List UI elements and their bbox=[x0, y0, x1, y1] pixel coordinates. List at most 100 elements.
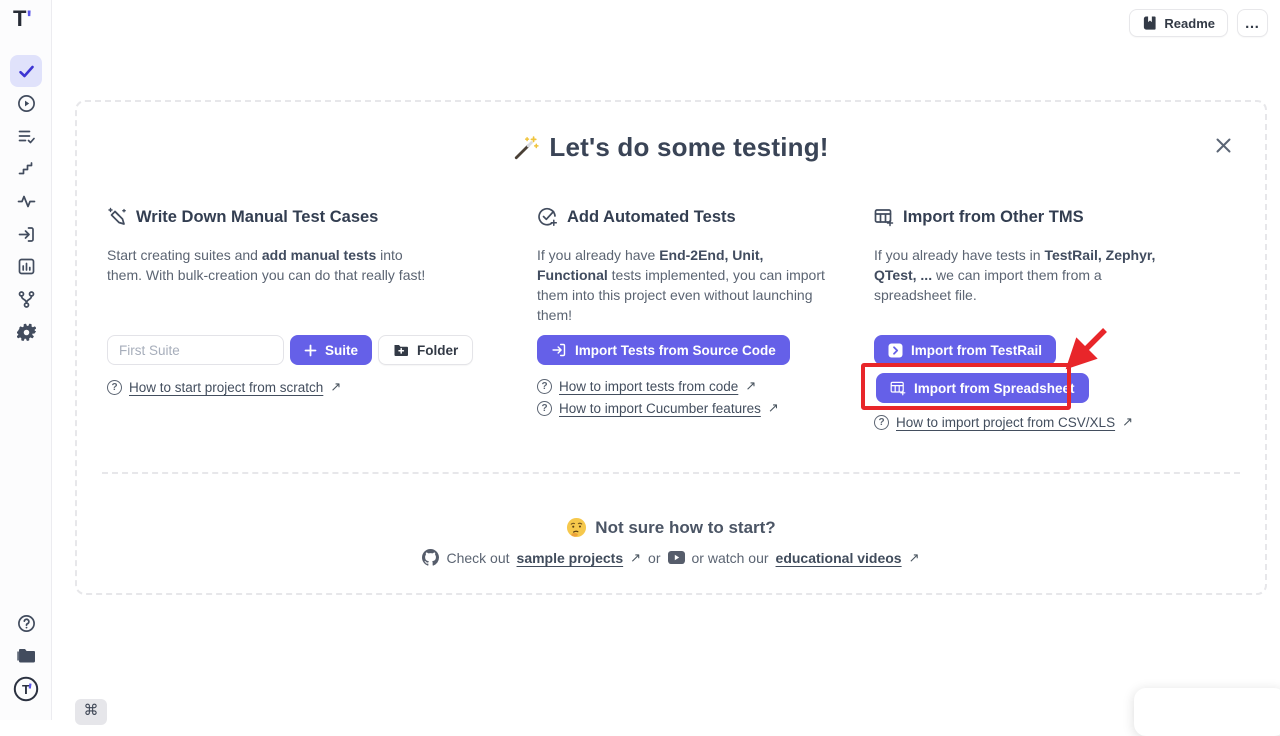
book-icon bbox=[1142, 15, 1157, 31]
gear-icon bbox=[17, 323, 36, 342]
column1-heading-text: Write Down Manual Test Cases bbox=[136, 208, 378, 227]
sidebar-item-steps[interactable] bbox=[10, 152, 42, 184]
sample-projects-link[interactable]: sample projects bbox=[517, 550, 624, 566]
column2-paragraph: If you already have End-2End, Unit, Func… bbox=[537, 245, 837, 325]
git-branch-icon bbox=[17, 290, 36, 309]
sidebar-item-pulse[interactable] bbox=[10, 185, 42, 217]
import-spreadsheet-button[interactable]: Import from Spreadsheet bbox=[876, 373, 1089, 403]
footer-heading: Not sure how to start? bbox=[77, 517, 1265, 538]
import-icon bbox=[17, 225, 36, 244]
sidebar-item-runs[interactable] bbox=[10, 87, 42, 119]
link-text: How to import Cucumber features bbox=[559, 401, 761, 416]
column3-heading-text: Import from Other TMS bbox=[903, 208, 1084, 227]
link-text: How to import tests from code bbox=[559, 379, 738, 394]
panel-title: Let's do some testing! bbox=[77, 132, 1265, 163]
list-check-icon bbox=[17, 127, 36, 146]
import-icon bbox=[551, 342, 567, 358]
chevron-box-icon bbox=[888, 343, 903, 358]
footer-text: or watch our bbox=[692, 550, 769, 566]
readme-label: Readme bbox=[1164, 16, 1215, 31]
close-icon bbox=[1215, 137, 1232, 154]
folder-icon bbox=[16, 647, 36, 665]
import-source-code-button[interactable]: Import Tests from Source Code bbox=[537, 335, 790, 365]
annotation-arrow-icon bbox=[1059, 324, 1111, 376]
footer-text: Check out bbox=[446, 550, 509, 566]
footer-text: or bbox=[648, 550, 660, 566]
question-circle-icon: ? bbox=[537, 401, 552, 416]
sidebar-item-test-plans[interactable] bbox=[10, 120, 42, 152]
import-testrail-label: Import from TestRail bbox=[911, 343, 1042, 358]
external-link-icon: ↗ bbox=[909, 550, 920, 566]
sidebar: T' bbox=[0, 0, 52, 720]
folder-plus-icon bbox=[393, 343, 409, 357]
magic-wand-emoji bbox=[513, 135, 539, 161]
external-link-icon: ↗ bbox=[630, 550, 641, 566]
external-link-icon: ↗ bbox=[745, 378, 756, 394]
external-link-icon: ↗ bbox=[330, 379, 341, 395]
onboarding-panel: Let's do some testing! Write Down Manual… bbox=[75, 100, 1267, 595]
thinking-face-emoji bbox=[566, 517, 587, 538]
pen-sparkle-icon bbox=[107, 207, 127, 227]
question-circle-icon: ? bbox=[107, 380, 122, 395]
folder-button-label: Folder bbox=[417, 343, 458, 358]
plus-icon bbox=[304, 344, 317, 357]
educational-videos-link[interactable]: educational videos bbox=[776, 550, 902, 566]
footer-links-line: Check out sample projects ↗ or or watch … bbox=[77, 549, 1265, 566]
youtube-icon bbox=[668, 551, 685, 564]
sidebar-item-tests[interactable] bbox=[10, 55, 42, 87]
sidebar-item-analytics[interactable] bbox=[10, 250, 42, 282]
footer-heading-text: Not sure how to start? bbox=[595, 518, 775, 538]
command-icon: ⌘ bbox=[84, 701, 99, 719]
dashed-divider bbox=[102, 472, 1240, 474]
more-options-button[interactable]: … bbox=[1237, 9, 1268, 37]
stairs-icon bbox=[17, 159, 36, 178]
link-import-csv-xls[interactable]: ? How to import project from CSV/XLS ↗ bbox=[874, 414, 1133, 430]
sidebar-item-import[interactable] bbox=[10, 218, 42, 250]
column2-heading-text: Add Automated Tests bbox=[567, 208, 736, 227]
link-start-from-scratch[interactable]: ? How to start project from scratch ↗ bbox=[107, 379, 341, 395]
question-circle-icon: ? bbox=[874, 415, 889, 430]
suite-button-label: Suite bbox=[325, 343, 358, 358]
help-circle-icon bbox=[17, 614, 36, 633]
question-circle-icon: ? bbox=[537, 379, 552, 394]
svg-text:T: T bbox=[22, 682, 30, 697]
panel-title-text: Let's do some testing! bbox=[549, 132, 828, 163]
link-import-tests-from-code[interactable]: ? How to import tests from code ↗ bbox=[537, 378, 756, 394]
table-plus-icon bbox=[890, 380, 906, 396]
bottom-right-widget[interactable] bbox=[1134, 688, 1280, 736]
circled-logo-icon: T bbox=[13, 676, 39, 702]
activity-pulse-icon bbox=[17, 192, 36, 211]
import-testrail-button[interactable]: Import from TestRail bbox=[874, 335, 1056, 365]
sidebar-item-help[interactable] bbox=[10, 607, 42, 639]
link-text: How to start project from scratch bbox=[129, 380, 323, 395]
add-suite-button[interactable]: Suite bbox=[290, 335, 372, 365]
import-spreadsheet-label: Import from Spreadsheet bbox=[914, 381, 1075, 396]
play-circle-icon bbox=[17, 94, 36, 113]
link-text: How to import project from CSV/XLS bbox=[896, 415, 1115, 430]
add-folder-button[interactable]: Folder bbox=[378, 335, 473, 365]
column2-heading: Add Automated Tests bbox=[537, 207, 736, 228]
sidebar-item-settings[interactable] bbox=[10, 316, 42, 348]
link-import-cucumber-features[interactable]: ? How to import Cucumber features ↗ bbox=[537, 400, 779, 416]
external-link-icon: ↗ bbox=[1122, 414, 1133, 430]
sidebar-item-projects[interactable] bbox=[10, 640, 42, 672]
command-key-hint: ⌘ bbox=[75, 699, 107, 725]
readme-button[interactable]: Readme bbox=[1129, 9, 1228, 37]
table-plus-icon bbox=[874, 207, 894, 227]
column1-heading: Write Down Manual Test Cases bbox=[107, 207, 378, 227]
sidebar-item-branches[interactable] bbox=[10, 283, 42, 315]
check-icon bbox=[17, 62, 36, 81]
column3-heading: Import from Other TMS bbox=[874, 207, 1084, 227]
github-icon bbox=[422, 549, 439, 566]
sidebar-item-profile[interactable]: T bbox=[10, 673, 42, 705]
ellipsis-icon: … bbox=[1245, 15, 1261, 32]
column1-paragraph: Start creating suites and add manual tes… bbox=[107, 245, 437, 285]
check-circle-plus-icon bbox=[537, 207, 558, 228]
column3-paragraph: If you already have tests in TestRail, Z… bbox=[874, 245, 1174, 305]
app-logo-icon: T' bbox=[13, 6, 41, 34]
bar-chart-icon bbox=[17, 257, 36, 276]
first-suite-input[interactable] bbox=[107, 335, 284, 365]
external-link-icon: ↗ bbox=[768, 400, 779, 416]
close-button[interactable] bbox=[1211, 133, 1235, 157]
import-source-code-label: Import Tests from Source Code bbox=[575, 343, 776, 358]
